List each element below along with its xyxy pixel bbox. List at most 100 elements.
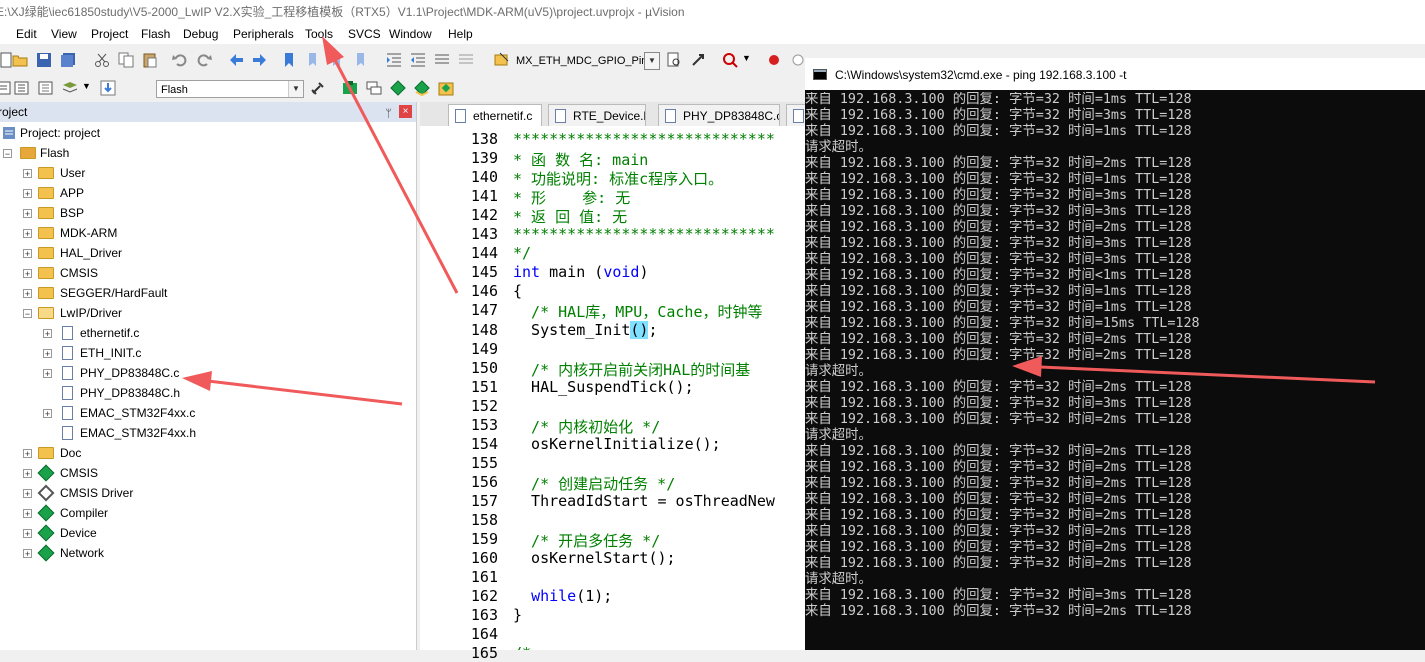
folder-icon bbox=[38, 267, 54, 279]
debug-dropdown-icon[interactable]: ▼ bbox=[742, 53, 751, 63]
rte-component-icon bbox=[37, 504, 55, 522]
manage-project-icon[interactable] bbox=[342, 80, 358, 96]
cut-icon[interactable] bbox=[94, 52, 110, 68]
menu-project[interactable]: Project bbox=[91, 26, 128, 42]
tab-ethernetif[interactable]: ethernetif.c bbox=[448, 104, 542, 126]
manage-rte-icon[interactable] bbox=[390, 80, 406, 96]
collapse-icon[interactable]: − bbox=[3, 149, 12, 159]
menu-view[interactable]: View bbox=[51, 26, 77, 42]
menu-help[interactable]: Help bbox=[448, 26, 473, 42]
collapse-icon[interactable]: − bbox=[23, 309, 32, 319]
cmd-output-line: 来自 192.168.3.100 的回复: 字节=32 时间=2ms TTL=1… bbox=[805, 540, 1192, 555]
copy-icon[interactable] bbox=[118, 52, 134, 68]
expand-icon[interactable]: + bbox=[43, 349, 52, 359]
batch-dropdown-icon[interactable]: ▼ bbox=[82, 81, 91, 91]
bookmark-next-icon[interactable] bbox=[330, 52, 346, 68]
expand-icon[interactable]: + bbox=[23, 449, 32, 459]
expand-icon[interactable]: + bbox=[23, 509, 32, 519]
expand-icon[interactable]: + bbox=[23, 469, 32, 479]
cmd-window: C:\Windows\system32\cmd.exe - ping 192.1… bbox=[805, 58, 1425, 650]
menu-svcs[interactable]: SVCS bbox=[348, 26, 381, 42]
pin-icon[interactable]: ᛘ bbox=[385, 104, 392, 124]
cmd-output-line: 来自 192.168.3.100 的回复: 字节=32 时间=1ms TTL=1… bbox=[805, 172, 1192, 187]
expand-icon[interactable]: + bbox=[43, 329, 52, 339]
line-number: 148 bbox=[470, 320, 498, 339]
select-pack-icon[interactable] bbox=[438, 80, 454, 96]
menu-tools[interactable]: Tools bbox=[305, 26, 333, 42]
breakpoint-icon[interactable] bbox=[766, 52, 782, 68]
expand-icon[interactable]: + bbox=[23, 209, 32, 219]
target-options-icon[interactable] bbox=[310, 80, 326, 96]
find-icon[interactable] bbox=[666, 52, 682, 68]
menu-flash[interactable]: Flash bbox=[141, 26, 170, 42]
open-folder-icon[interactable] bbox=[12, 52, 28, 68]
paste-icon[interactable] bbox=[142, 52, 158, 68]
tab-phy-dp83848c[interactable]: PHY_DP83848C.c bbox=[658, 104, 780, 126]
expand-icon[interactable]: + bbox=[23, 229, 32, 239]
close-icon[interactable]: × bbox=[399, 105, 412, 118]
indent-icon[interactable] bbox=[386, 52, 402, 68]
chevron-down-icon[interactable]: ▼ bbox=[644, 52, 660, 70]
find-combo[interactable]: MX_ETH_MDC_GPIO_Pin ▼ bbox=[512, 52, 660, 70]
translate-icon[interactable] bbox=[0, 80, 12, 96]
menu-debug[interactable]: Debug bbox=[183, 26, 218, 42]
debug-start-icon[interactable] bbox=[722, 52, 738, 68]
nav-back-icon[interactable] bbox=[228, 52, 244, 68]
tab-label: RTE_Device.h bbox=[573, 109, 646, 123]
tree-group-label: Device bbox=[60, 526, 97, 540]
save-icon[interactable] bbox=[36, 52, 52, 68]
find-combo-value: MX_ETH_MDC_GPIO_Pin bbox=[516, 55, 648, 67]
file-extensions-icon[interactable] bbox=[366, 80, 382, 96]
nav-forward-icon[interactable] bbox=[252, 52, 268, 68]
code-area[interactable]: ***************************** * 函 数 名: ma… bbox=[513, 128, 805, 650]
expand-icon[interactable]: + bbox=[23, 269, 32, 279]
batch-build-icon[interactable] bbox=[62, 80, 78, 96]
unindent-icon[interactable] bbox=[410, 52, 426, 68]
breakpoint-disabled-icon[interactable] bbox=[790, 52, 806, 68]
expand-icon[interactable]: + bbox=[23, 289, 32, 299]
expand-icon[interactable]: + bbox=[23, 489, 32, 499]
code-line: ***************************** bbox=[513, 130, 775, 148]
incremental-find-icon[interactable] bbox=[690, 52, 706, 68]
build-icon[interactable] bbox=[14, 80, 30, 96]
expand-icon[interactable]: + bbox=[23, 529, 32, 539]
save-all-icon[interactable] bbox=[60, 52, 76, 68]
rebuild-icon[interactable] bbox=[38, 80, 54, 96]
cmd-output-line: 来自 192.168.3.100 的回复: 字节=32 时间=1ms TTL=1… bbox=[805, 284, 1192, 299]
download-icon[interactable] bbox=[100, 80, 116, 96]
redo-icon[interactable] bbox=[196, 52, 212, 68]
expand-icon[interactable]: + bbox=[43, 369, 52, 379]
line-number: 147 bbox=[470, 301, 498, 320]
pack-installer-icon[interactable] bbox=[414, 80, 430, 96]
cmd-output-line: 来自 192.168.3.100 的回复: 字节=32 时间=2ms TTL=1… bbox=[805, 156, 1192, 171]
project-panel-header: roject ᛘ × bbox=[0, 102, 416, 122]
menu-window[interactable]: Window bbox=[389, 26, 432, 42]
comment-icon[interactable] bbox=[434, 52, 450, 68]
tree-file-label: EMAC_STM32F4xx.c bbox=[80, 406, 196, 420]
build-target-select[interactable]: Flash ▼ bbox=[156, 80, 304, 98]
file-icon bbox=[793, 109, 804, 123]
undo-icon[interactable] bbox=[172, 52, 188, 68]
target-folder-icon bbox=[20, 147, 36, 159]
bookmark-icon[interactable] bbox=[282, 52, 298, 68]
tree-group-label: BSP bbox=[60, 206, 85, 220]
menu-edit[interactable]: Edit bbox=[16, 26, 37, 42]
find-in-files-icon[interactable] bbox=[494, 52, 510, 68]
expand-icon[interactable]: + bbox=[23, 249, 32, 259]
expand-icon[interactable]: + bbox=[43, 409, 52, 419]
menu-peripherals[interactable]: Peripherals bbox=[233, 26, 294, 42]
expand-icon[interactable]: + bbox=[23, 549, 32, 559]
cmd-output-line: 来自 192.168.3.100 的回复: 字节=32 时间=2ms TTL=1… bbox=[805, 508, 1192, 523]
file-icon bbox=[455, 109, 466, 123]
bookmark-prev-icon[interactable] bbox=[306, 52, 322, 68]
line-number: 143 bbox=[470, 225, 498, 244]
h-file-icon bbox=[62, 426, 73, 440]
uncomment-icon[interactable] bbox=[458, 52, 474, 68]
expand-icon[interactable]: + bbox=[23, 189, 32, 199]
bookmark-clear-icon[interactable] bbox=[354, 52, 370, 68]
tree-group-label: User bbox=[60, 166, 86, 180]
expand-icon[interactable]: + bbox=[23, 169, 32, 179]
folder-icon bbox=[38, 287, 54, 299]
tab-rte-device[interactable]: RTE_Device.h bbox=[548, 104, 646, 126]
chevron-down-icon[interactable]: ▼ bbox=[288, 81, 303, 97]
